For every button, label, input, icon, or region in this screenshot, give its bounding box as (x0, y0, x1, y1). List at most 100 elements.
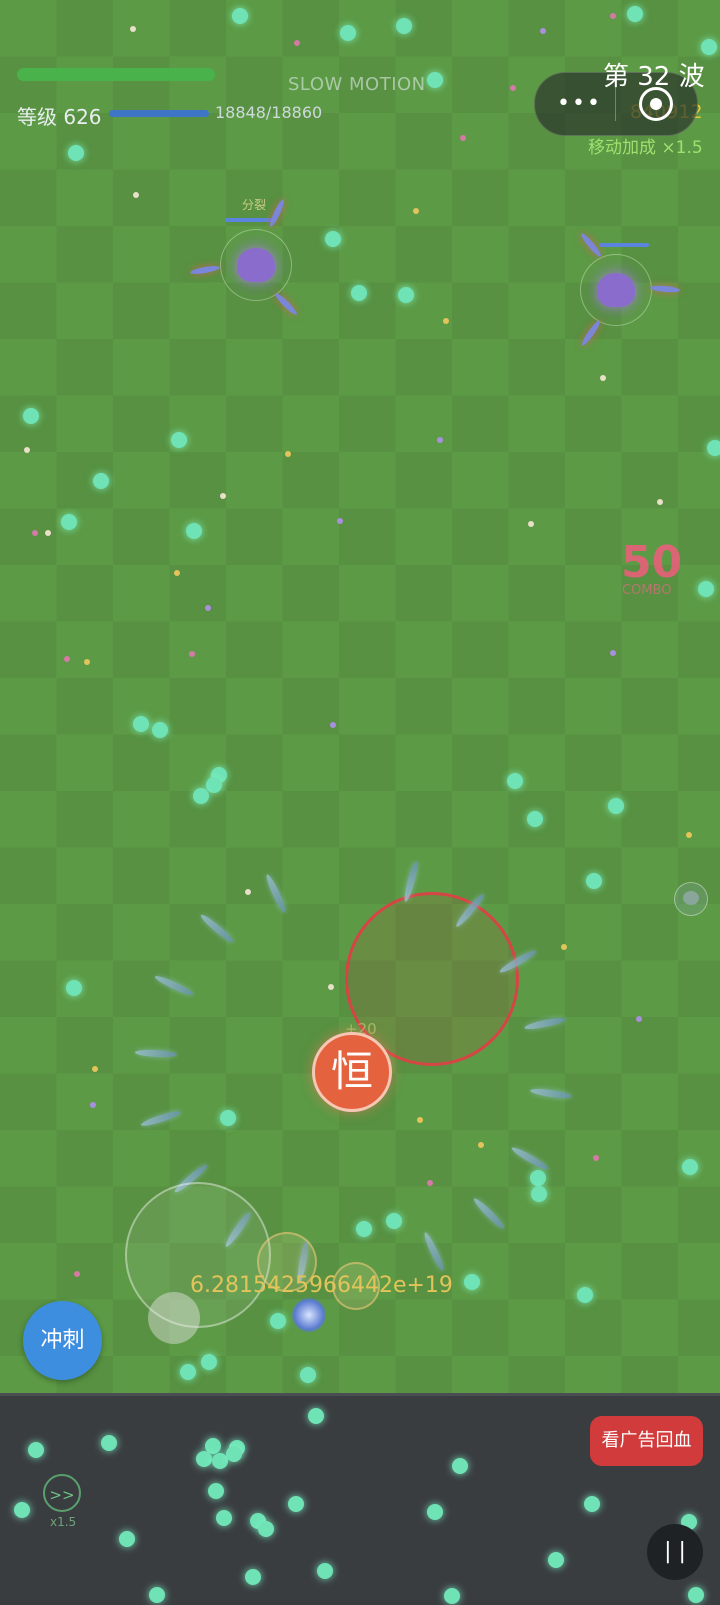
xp-orb (464, 1274, 480, 1290)
pickup-dot (510, 85, 516, 91)
xp-orb (186, 523, 202, 539)
xp-orb (427, 1504, 443, 1520)
xp-orb (206, 777, 222, 793)
xp-orb (317, 1563, 333, 1579)
pickup-dot (337, 518, 343, 524)
xp-orb (548, 1552, 564, 1568)
xp-orb (171, 432, 187, 448)
xp-orb (288, 1496, 304, 1512)
xp-orb (444, 1588, 460, 1604)
game-field[interactable]: 分裂 50 COMBO +20 恒 6.2815425966442e+19 冲刺… (0, 0, 720, 1393)
xp-orb (531, 1186, 547, 1202)
xp-orb (258, 1521, 274, 1537)
pickup-dot (328, 984, 334, 990)
pickup-dot (84, 659, 90, 665)
xp-orb (226, 1446, 242, 1462)
pickup-dot (610, 13, 616, 19)
slime-boss-icon (597, 273, 635, 307)
pickup-dot (174, 570, 180, 576)
wave-counter: 第 32 波 (603, 62, 705, 92)
orbit-blade (421, 1230, 447, 1273)
orbit-blade (198, 912, 236, 945)
slime-boss-icon (237, 248, 275, 282)
speed-bonus: 移动加成 ×1.5 (588, 138, 703, 158)
pickup-dot (294, 40, 300, 46)
virtual-joystick[interactable] (125, 1182, 271, 1328)
pickup-dot (417, 1117, 423, 1123)
pickup-dot (32, 530, 38, 536)
xp-orb (351, 285, 367, 301)
xp-orb (386, 1213, 402, 1229)
xp-orb (398, 287, 414, 303)
xp-orb (208, 1483, 224, 1499)
enemy-blade (273, 291, 299, 317)
player-hp-bar (17, 68, 215, 81)
joystick-knob[interactable] (148, 1292, 200, 1344)
combo-count: 50 (621, 537, 683, 588)
pickup-dot (45, 530, 51, 536)
menu-dots-icon[interactable]: ••• (557, 91, 602, 116)
pickup-dot (437, 437, 443, 443)
xp-orb (180, 1364, 196, 1380)
fast-forward-multiplier: x1.5 (50, 1515, 77, 1529)
xp-orb (68, 145, 84, 161)
pickup-dot (220, 493, 226, 499)
pickup-dot (561, 944, 567, 950)
pickup-dot (657, 499, 663, 505)
orbit-blade (510, 1144, 550, 1173)
fast-forward-icon[interactable]: >> (43, 1474, 81, 1512)
xp-orb (698, 581, 714, 597)
boss-hp-bar (225, 218, 275, 222)
orbit-blade (529, 1087, 573, 1100)
xp-text: 18848/18860 (215, 103, 323, 122)
pickup-dot (540, 28, 546, 34)
xp-orb (101, 1435, 117, 1451)
pickup-dot (130, 26, 136, 32)
orbit-blade (523, 1015, 567, 1032)
xp-bar (109, 110, 209, 117)
xp-orb (608, 798, 624, 814)
xp-orb (586, 873, 602, 889)
xp-orb (220, 1110, 236, 1126)
xp-orb (300, 1367, 316, 1383)
pickup-dot (92, 1066, 98, 1072)
pickup-dot (189, 651, 195, 657)
pickup-dot (74, 1271, 80, 1277)
pause-icon[interactable]: | | (647, 1524, 703, 1580)
pickup-dot (636, 1016, 642, 1022)
pickup-dot (600, 375, 606, 381)
xp-orb (507, 773, 523, 789)
watch-ad-heal-button[interactable]: 看广告回血 (590, 1416, 703, 1466)
pickup-dot (90, 1102, 96, 1108)
xp-orb (245, 1569, 261, 1585)
pickup-dot (460, 135, 466, 141)
enemy-blade (579, 318, 603, 348)
xp-orb (196, 1451, 212, 1467)
orbit-blade (153, 973, 195, 998)
xp-orb (584, 1496, 600, 1512)
xp-orb (527, 811, 543, 827)
slow-motion-label: SLOW MOTION (288, 74, 426, 95)
xp-orb (66, 980, 82, 996)
xp-orb (61, 514, 77, 530)
xp-orb (707, 440, 720, 456)
pickup-dot (686, 832, 692, 838)
xp-orb (28, 1442, 44, 1458)
pickup-dot (24, 447, 30, 453)
boss-label: 分裂 (242, 198, 267, 212)
boss-enemy-left (220, 218, 292, 301)
enemy-blade (649, 284, 681, 294)
xp-orb (270, 1313, 286, 1329)
xp-orb (682, 1159, 698, 1175)
xp-orb (577, 1287, 593, 1303)
dash-button[interactable]: 冲刺 (23, 1301, 102, 1380)
pickup-dot (413, 208, 419, 214)
level-label: 等级 626 (17, 105, 102, 129)
boss-enemy-right (580, 243, 652, 326)
pickup-dot (593, 1155, 599, 1161)
xp-orb (427, 72, 443, 88)
bottom-panel: 看广告回血 >> x1.5 | | (0, 1393, 720, 1605)
pickup-dot (478, 1142, 484, 1148)
xp-orb (23, 408, 39, 424)
boss-hp-bar (599, 243, 649, 247)
